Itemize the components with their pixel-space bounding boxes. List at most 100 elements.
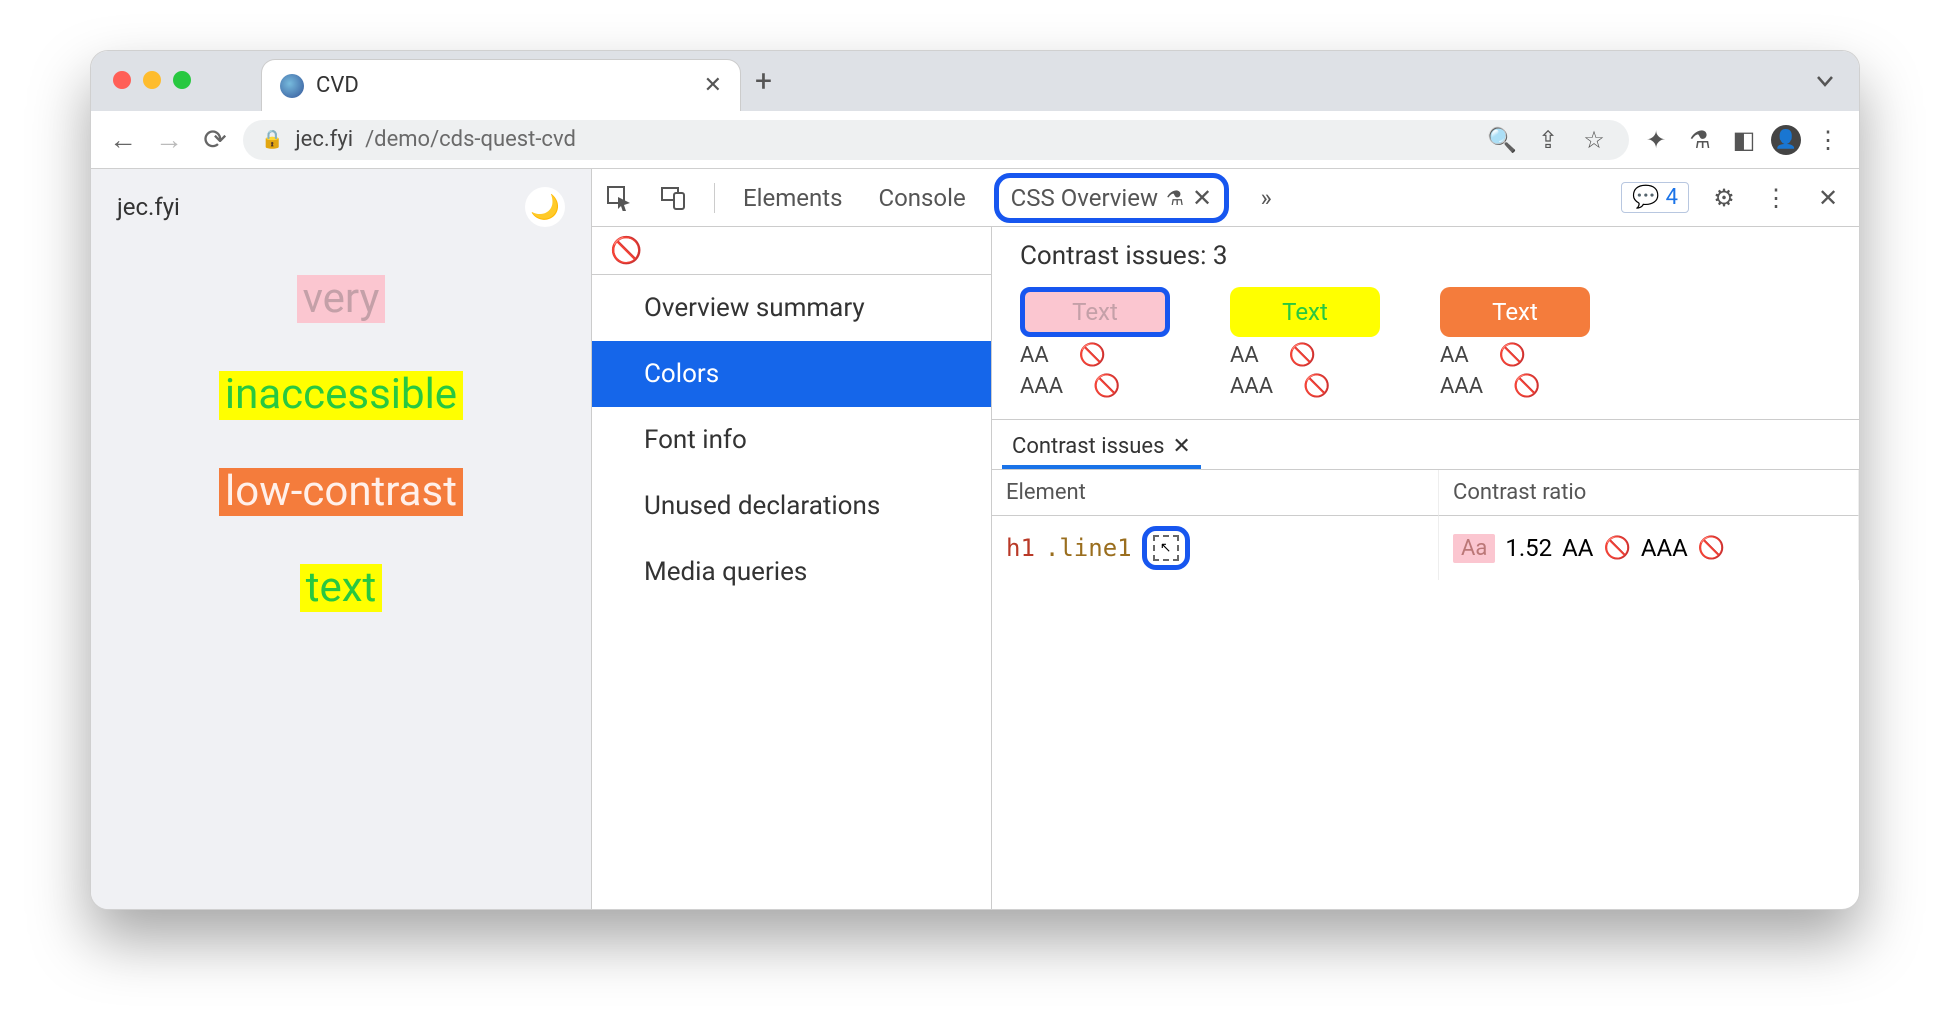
fail-icon: 🚫 (1303, 374, 1330, 399)
demo-word-4: text (300, 564, 383, 612)
lock-icon: 🔒 (261, 129, 283, 150)
close-window-button[interactable] (113, 71, 131, 89)
fail-icon: 🚫 (1513, 374, 1540, 399)
url-path: /demo/cds-quest-cvd (365, 127, 576, 152)
chat-icon: 💬 (1632, 185, 1659, 210)
tab-close-button[interactable]: ✕ (704, 73, 722, 98)
sidebar-item-media[interactable]: Media queries (592, 539, 991, 605)
swatch-3-aa: AA (1440, 343, 1469, 368)
devtools-panel: Elements Console CSS Overview ⚗ ✕ » 💬 4 … (591, 169, 1859, 909)
swatch-1[interactable]: Text AA 🚫 AAA 🚫 (1020, 287, 1170, 399)
ratio-value: 1.52 (1505, 534, 1552, 562)
swatch-3[interactable]: Text AA 🚫 AAA 🚫 (1440, 287, 1590, 399)
sidebar-item-overview[interactable]: Overview summary (592, 275, 991, 341)
sidebar-item-font[interactable]: Font info (592, 407, 991, 473)
fail-icon: 🚫 (1499, 343, 1526, 368)
subtab-contrast-issues[interactable]: Contrast issues ✕ (1002, 428, 1201, 469)
ratio-chip: Aa (1453, 534, 1495, 563)
minimize-window-button[interactable] (143, 71, 161, 89)
swatch-3-aaa: AAA (1440, 374, 1483, 399)
tabs-menu-button[interactable] (1815, 71, 1835, 91)
scroll-into-view-icon: ↖ (1153, 535, 1179, 561)
issues-subtabs: Contrast issues ✕ (992, 420, 1859, 469)
sidebar-item-colors[interactable]: Colors (592, 341, 991, 407)
ratio-aa: AA (1562, 534, 1593, 562)
device-toolbar-icon[interactable] (660, 185, 694, 211)
contrast-swatches: Text AA 🚫 AAA 🚫 Text AA 🚫 AAA 🚫 Text AA 🚫 (992, 281, 1859, 419)
issues-badge[interactable]: 💬 4 (1621, 182, 1689, 213)
element-tag: h1 (1006, 534, 1035, 562)
table-row-ratio: Aa 1.52 AA 🚫 AAA 🚫 (1439, 516, 1859, 580)
swatch-1-chip: Text (1020, 287, 1170, 337)
content-area: jec.fyi 🌙 very inaccessible low-contrast… (91, 169, 1859, 909)
col-element: Element (992, 470, 1439, 516)
browser-menu-icon[interactable]: ⋮ (1811, 126, 1845, 154)
rendered-page: jec.fyi 🌙 very inaccessible low-contrast… (91, 169, 591, 909)
theme-toggle-button[interactable]: 🌙 (525, 187, 565, 227)
bookmark-icon[interactable]: ☆ (1577, 126, 1611, 154)
devtools-menu-icon[interactable]: ⋮ (1759, 184, 1793, 212)
swatch-2[interactable]: Text AA🚫 AAA🚫 (1230, 287, 1380, 399)
demo-word-1: very (297, 275, 386, 323)
share-icon[interactable]: ⇪ (1531, 126, 1565, 154)
extensions-icon[interactable]: ✦ (1639, 126, 1673, 154)
sidebar-toolbar: 🚫 (592, 227, 991, 275)
tab-css-overview-label: CSS Overview (1011, 184, 1158, 212)
element-class: .line1 (1045, 534, 1132, 562)
forward-button[interactable]: → (151, 123, 187, 156)
more-tabs-button[interactable]: » (1249, 184, 1283, 212)
settings-gear-icon[interactable]: ⚙ (1707, 184, 1741, 212)
tab-css-overview[interactable]: CSS Overview ⚗ ✕ (994, 173, 1229, 223)
fail-icon: 🚫 (1079, 343, 1106, 368)
tab-css-overview-close[interactable]: ✕ (1192, 184, 1212, 212)
devtools-body: 🚫 Overview summary Colors Font info Unus… (592, 227, 1859, 909)
clear-icon[interactable]: 🚫 (610, 236, 642, 266)
reload-button[interactable]: ⟳ (197, 123, 233, 156)
sidebar-item-unused[interactable]: Unused declarations (592, 473, 991, 539)
sidepanel-icon[interactable]: ◧ (1727, 126, 1761, 154)
back-button[interactable]: ← (105, 123, 141, 156)
tab-console[interactable]: Console (870, 178, 973, 218)
scroll-into-view-button[interactable]: ↖ (1142, 526, 1190, 570)
issues-table: Element Contrast ratio h1.line1 ↖ Aa 1.5… (992, 469, 1859, 580)
site-label: jec.fyi (117, 193, 180, 221)
window-controls (113, 71, 191, 89)
subtab-label: Contrast issues (1012, 434, 1164, 459)
fail-icon: 🚫 (1093, 374, 1120, 399)
labs-icon[interactable]: ⚗ (1683, 126, 1717, 154)
css-overview-sidebar: 🚫 Overview summary Colors Font info Unus… (592, 227, 992, 909)
devtools-tabs: Elements Console CSS Overview ⚗ ✕ » 💬 4 … (592, 169, 1859, 227)
devtools-close-button[interactable]: ✕ (1811, 184, 1845, 212)
tab-title: CVD (316, 73, 692, 98)
inspect-element-icon[interactable] (606, 185, 640, 211)
fail-icon: 🚫 (1603, 536, 1630, 561)
titlebar: CVD ✕ + (91, 51, 1859, 111)
demo-word-3: low-contrast (219, 468, 463, 516)
flask-icon: ⚗ (1166, 186, 1184, 210)
swatch-2-aa: AA (1230, 343, 1259, 368)
subtab-close-button[interactable]: ✕ (1172, 434, 1190, 459)
browser-tab[interactable]: CVD ✕ (261, 59, 741, 111)
swatch-2-chip: Text (1230, 287, 1380, 337)
moon-icon: 🌙 (530, 193, 560, 221)
page-header: jec.fyi 🌙 (91, 169, 591, 245)
new-tab-button[interactable]: + (755, 64, 772, 99)
issues-subpanel: Contrast issues✕ Element Contrast ratio … (992, 419, 1859, 580)
tab-elements[interactable]: Elements (735, 178, 850, 218)
swatch-3-chip: Text (1440, 287, 1590, 337)
table-row-element[interactable]: h1 .line1 ↖ (992, 516, 1439, 580)
address-bar[interactable]: 🔒 jec.fyi/demo/cds-quest-cvd 🔍 ⇪ ☆ (243, 120, 1629, 160)
swatch-1-aaa: AAA (1020, 374, 1063, 399)
fail-icon: 🚫 (1698, 536, 1725, 561)
swatch-1-aa: AA (1020, 343, 1049, 368)
maximize-window-button[interactable] (173, 71, 191, 89)
ratio-aaa: AAA (1641, 534, 1688, 562)
profile-avatar[interactable]: 👤 (1771, 125, 1801, 155)
issues-count: 4 (1666, 185, 1678, 210)
contrast-issues-heading: Contrast issues: 3 (992, 227, 1859, 281)
zoom-icon[interactable]: 🔍 (1485, 126, 1519, 154)
css-overview-main: Contrast issues: 3 Text AA 🚫 AAA 🚫 Text AA… (992, 227, 1859, 909)
demo-words: very inaccessible low-contrast text (91, 245, 591, 909)
browser-window: CVD ✕ + ← → ⟳ 🔒 jec.fyi/demo/cds-quest-c… (90, 50, 1860, 910)
url-host: jec.fyi (295, 127, 353, 152)
